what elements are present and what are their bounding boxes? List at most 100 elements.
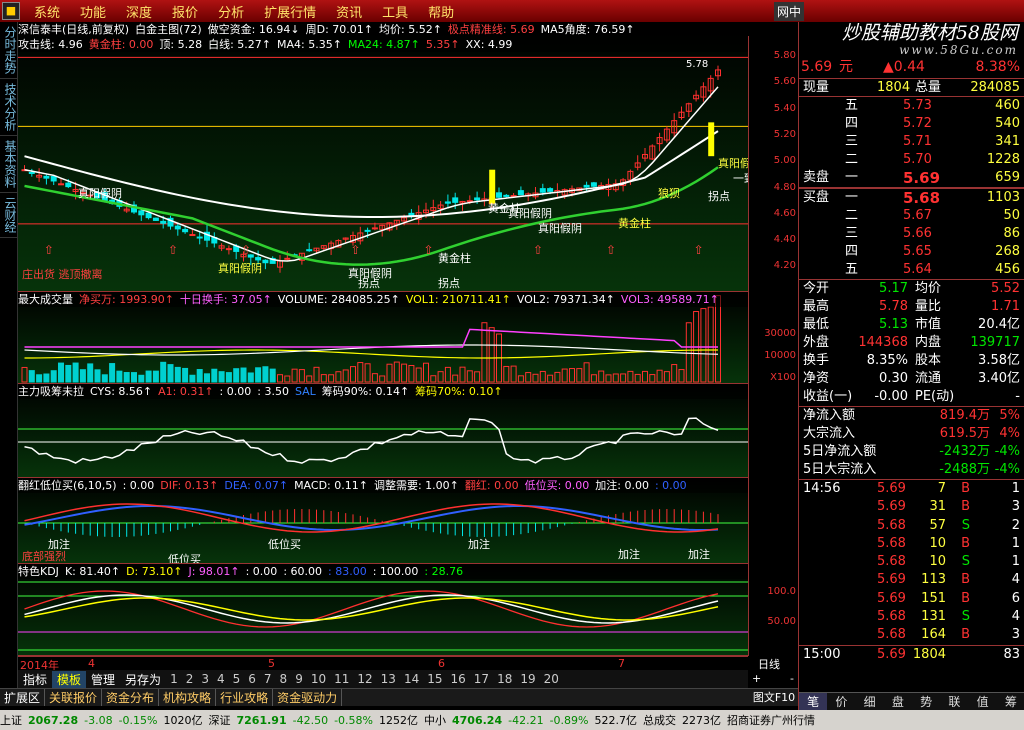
template-tab-2[interactable]: 管理 [86,671,120,688]
menu-item-4[interactable]: 分析 [208,2,254,21]
volume-bar [28,370,35,383]
page-number[interactable]: 20 [540,672,563,686]
page-number[interactable]: 3 [197,672,213,686]
page-number[interactable]: 17 [470,672,493,686]
page-number[interactable]: 5 [229,672,245,686]
stat-label: 市值 [915,317,942,332]
menu-item-0[interactable]: 系统 [24,2,70,21]
tick-row: 5.68 131 S 4 [799,608,1024,626]
volume-bar [503,365,510,383]
page-number[interactable]: 10 [307,672,330,686]
quote-tab-1[interactable]: 价 [827,693,855,710]
bottom-tab-3[interactable]: 机构攻略 [159,689,217,706]
menu-item-8[interactable]: 帮助 [418,2,464,21]
tick-side: B [961,590,970,606]
period-label[interactable]: 日线 [758,656,780,672]
bottom-tab-1[interactable]: 关联报价 [45,689,103,706]
page-number[interactable]: 2 [182,672,198,686]
zoom-out-button[interactable]: - [790,672,794,685]
bottom-tab-5[interactable]: 资金驱动力 [273,689,343,706]
money-flow-block: 净流入额 819.4万 5% 大宗流入 619.5万 4% 5日净流入额 -2432万 -4% 5… [799,406,1024,479]
buy-arrow-icon: ⇧ [44,243,54,257]
last-tick-t: 15:00 [803,646,841,662]
macd-panel[interactable]: 翻红低位买(6,10,5): 0.00 DIF: 0.13↑ DEA: 0.07↑ M… [18,478,748,564]
page-number[interactable]: 13 [377,672,400,686]
candle-body [539,188,546,193]
page-number[interactable]: 19 [516,672,539,686]
quote-tab-2[interactable]: 细 [856,693,884,710]
tick-volume: 57 [929,517,946,533]
price-tick: 5.80 [773,50,796,61]
volume-bar [357,362,364,383]
candle-body [174,225,181,230]
candle-body [255,257,262,261]
candle-body [517,190,524,196]
page-number[interactable]: 15 [423,672,446,686]
quote-tab-4[interactable]: 势 [912,693,940,710]
page-number[interactable]: 9 [291,672,307,686]
volume-bar [225,372,232,383]
quote-tab-6[interactable]: 值 [969,693,997,710]
macd-signal-label: 加注 [688,547,710,561]
volume-bar [423,362,429,383]
month-tick: 4 [88,657,95,670]
book-volume: 460 [995,98,1020,113]
book-price: 5.72 [903,116,932,131]
page-number[interactable]: 4 [213,672,229,686]
page-number[interactable]: 8 [276,672,292,686]
tick-count: 4 [1011,609,1020,625]
quote-panel: 炒股辅助教材58股网 www.58Gu.com 5.69 元 ▲0.44 8.3… [798,22,1024,710]
total-amount: 2273亿 [682,714,721,727]
quote-tab-3[interactable]: 盘 [884,693,912,710]
app-logo-icon[interactable]: ■ [2,2,20,20]
zoom-in-button[interactable]: + [752,672,761,685]
f10-tab[interactable]: 图文F10 [750,688,798,706]
cys-panel[interactable]: 主力吸筹未拉 CYS: 8.56↑ A1: 0.31↑: 0.00: 3.50 SAL… [18,384,748,478]
page-number[interactable]: 18 [493,672,516,686]
tick-row: 5.69 31 B 3 [799,498,1024,516]
page-number[interactable]: 7 [260,672,276,686]
page-number[interactable]: 14 [400,672,423,686]
menu-item-6[interactable]: 资讯 [326,2,372,21]
volume-bar [291,368,298,383]
kdj-panel[interactable]: 特色KDJ K: 81.40↑ D: 73.10↑ J: 98.01↑: 0.00: … [18,564,748,656]
flow-pct: -4% [994,462,1020,477]
candlestick-chart[interactable]: ⇧⇧⇧⇧⇧⇧⇧⇧真阳假阴真阳假阴真阳假阴真阳假阴真阳假阴黄金柱黄金柱黄金柱一致起… [18,22,748,292]
menu-item-7[interactable]: 工具 [372,2,418,21]
tick-volume: 10 [929,554,946,570]
tick-list[interactable]: 14:56 5.69 7 B 1 5.69 31 B 3 5.68 57 S 2 5.68 10 B 1 5.68… [799,479,1024,663]
template-tab-0[interactable]: 指标 [18,671,52,688]
template-tab-3[interactable]: 另存为 [120,671,166,688]
candle-body [58,183,64,186]
candlestick-panel[interactable]: 深信泰丰(日线,前复权) 白金主图(72) 做空资金: 16.94↓ 周D: 70.0… [18,22,748,292]
indicator-value: 白线: 5.27↑ [208,38,272,51]
page-number[interactable]: 16 [447,672,470,686]
flow-label: 5日大宗流入 [803,462,877,477]
page-number[interactable]: 6 [244,672,260,686]
time-axis: 2014年 4567 [18,656,748,672]
page-number[interactable]: 1 [166,672,182,686]
volume-bar [539,370,546,383]
quote-tab-5[interactable]: 联 [940,693,968,710]
indicator-value: 顶: 5.28 [159,38,203,51]
menu-item-1[interactable]: 功能 [70,2,116,21]
quote-tab-7[interactable]: 筹 [997,693,1024,710]
indicator-value: 净买万: 1993.90↑ [79,293,174,306]
template-tab-1[interactable]: 模板 [52,670,87,688]
bottom-tab-4[interactable]: 行业攻略 [216,689,274,706]
page-number[interactable]: 11 [330,672,353,686]
stat-label: 内盘 [915,335,942,350]
menu-item-2[interactable]: 深度 [116,2,162,21]
bottom-tab-2[interactable]: 资金分布 [102,689,160,706]
chart-area[interactable]: 深信泰丰(日线,前复权) 白金主图(72) 做空资金: 16.94↓ 周D: 70.0… [18,22,748,656]
quote-tab-0[interactable]: 笔 [799,693,828,710]
bottom-tab-0[interactable]: 扩展区 [0,689,46,706]
volume-bar [386,363,393,383]
menu-item-5[interactable]: 扩展行情 [254,2,326,21]
volume-panel[interactable]: 最大成交量 净买万: 1993.90↑ 十日换手: 37.05↑ VOLUME: 28… [18,292,748,384]
candle-body [152,217,159,221]
menu-item-3[interactable]: 报价 [162,2,208,21]
stat-label: 最高 [803,299,830,314]
book-volume: 1103 [986,190,1020,205]
page-number[interactable]: 12 [353,672,376,686]
